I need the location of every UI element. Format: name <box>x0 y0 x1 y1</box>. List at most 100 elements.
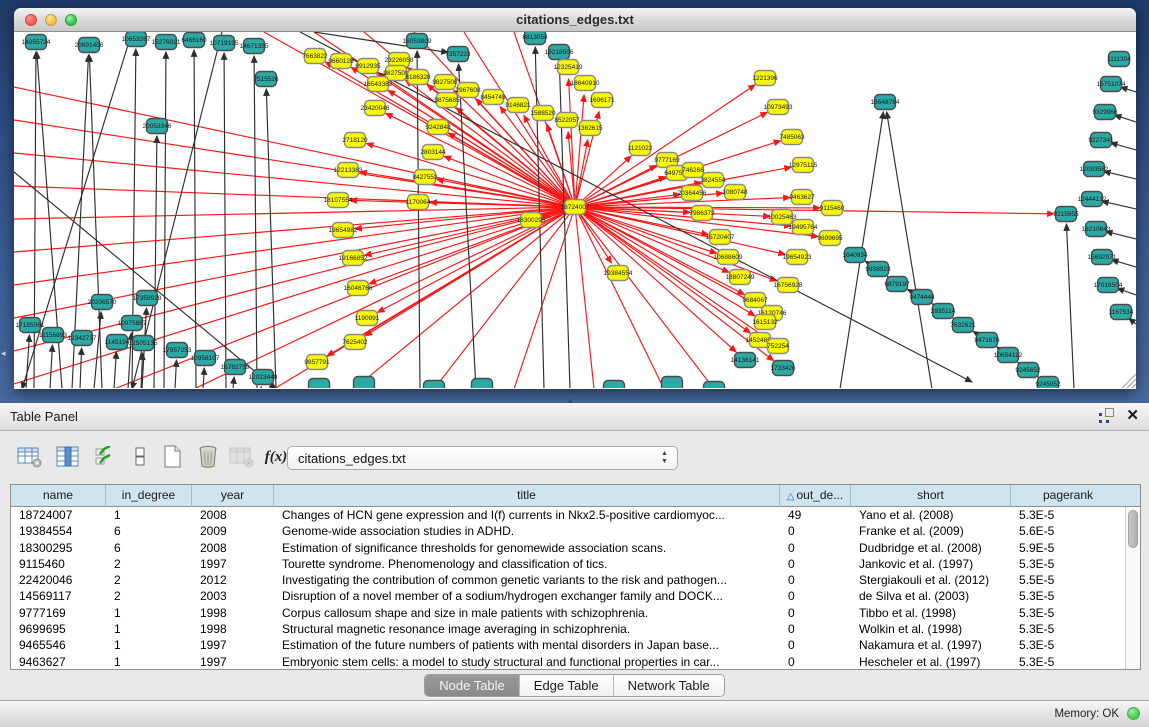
cell-out_de[interactable]: 0 <box>780 605 851 621</box>
cell-out_de[interactable]: 49 <box>780 507 851 523</box>
cell-out_de[interactable]: 0 <box>780 654 851 669</box>
tab-edge-table[interactable]: Edge Table <box>520 675 614 696</box>
graph-node[interactable]: 746266 <box>682 163 704 178</box>
graph-node[interactable] <box>662 377 683 389</box>
table-row[interactable]: 1830029562008Estimation of significance … <box>11 540 1125 556</box>
graph-node[interactable]: 7632621 <box>950 318 976 333</box>
graph-node[interactable]: 12975115 <box>789 158 818 173</box>
table-row[interactable]: 1938455462009Genome-wide association stu… <box>11 523 1125 539</box>
cell-short[interactable]: Yano et al. (2008) <box>851 507 1011 523</box>
graph-node[interactable]: 10719195 <box>210 36 239 51</box>
citation-edge-black[interactable] <box>80 348 82 388</box>
cell-name[interactable]: 9463627 <box>11 654 106 669</box>
citation-edge-black[interactable] <box>203 368 204 388</box>
graph-node[interactable]: 18807249 <box>726 270 755 285</box>
column-visibility-icon[interactable] <box>54 443 82 471</box>
cell-title[interactable]: Tourette syndrome. Phenomenology and cla… <box>274 556 780 572</box>
table-options-icon[interactable] <box>16 443 44 471</box>
graph-node[interactable]: 9699695 <box>817 231 843 246</box>
citation-edge-red[interactable] <box>14 153 575 207</box>
cell-name[interactable]: 22420046 <box>11 572 106 588</box>
cell-title[interactable]: Changes of HCN gene expression and I(f) … <box>274 507 780 523</box>
citation-edge-black[interactable] <box>175 360 176 388</box>
cell-pagerank[interactable]: 5.3E-5 <box>1011 556 1125 572</box>
cell-out_de[interactable]: 0 <box>780 572 851 588</box>
graph-node[interactable]: 12444132 <box>1078 192 1107 207</box>
graph-node[interactable]: 1145194 <box>105 335 130 350</box>
graph-node[interactable]: 1111304 <box>1107 52 1131 67</box>
cell-year[interactable]: 1997 <box>192 637 274 653</box>
graph-node[interactable] <box>354 377 375 389</box>
citation-edge-black[interactable] <box>164 52 166 388</box>
graph-node[interactable]: 17185061 <box>16 318 45 333</box>
citation-edge-black[interactable] <box>154 136 157 388</box>
citation-edge-black[interactable] <box>194 50 196 388</box>
graph-node[interactable]: 1588520 <box>530 106 556 121</box>
cell-name[interactable]: 9699695 <box>11 621 106 637</box>
graph-node[interactable]: 9215955 <box>1053 207 1079 222</box>
cell-title[interactable]: Investigating the contribution of common… <box>274 572 780 588</box>
graph-node[interactable]: 8813054 <box>522 32 548 45</box>
new-table-icon[interactable] <box>158 443 186 471</box>
graph-node[interactable]: 19166852 <box>339 251 368 266</box>
graph-node[interactable]: 1167534 <box>1109 305 1134 320</box>
cell-out_de[interactable]: 0 <box>780 637 851 653</box>
graph-node[interactable]: 18640910 <box>571 76 600 91</box>
cell-short[interactable]: Jankovic et al. (1997) <box>851 556 1011 572</box>
graph-node[interactable]: 11156893 <box>39 328 67 343</box>
citation-edge-red[interactable] <box>194 207 575 388</box>
graph-node[interactable] <box>472 379 493 389</box>
graph-node[interactable]: 9115460 <box>820 201 845 216</box>
cell-pagerank[interactable]: 5.3E-5 <box>1011 588 1125 604</box>
panel-collapse-arrow-icon[interactable]: ◂ <box>1 348 6 359</box>
graph-node[interactable]: 16782759 <box>221 360 250 375</box>
graph-node[interactable]: 15692971 <box>1088 250 1117 265</box>
cell-in_degree[interactable]: 1 <box>106 605 192 621</box>
cell-short[interactable]: Stergiakouli et al. (2012) <box>851 572 1011 588</box>
tab-node-table[interactable]: Node Table <box>425 675 520 696</box>
cell-short[interactable]: Wolkin et al. (1998) <box>851 621 1011 637</box>
column-header-year[interactable]: year <box>192 485 274 507</box>
graph-node[interactable]: 9474444 <box>909 290 935 305</box>
graph-node[interactable]: 1615132 <box>752 315 778 330</box>
cell-title[interactable]: Embryonic stem cells: a model to study s… <box>274 654 780 669</box>
graph-node[interactable]: 1080748 <box>722 185 748 200</box>
table-row[interactable]: 946362711997Embryonic stem cells: a mode… <box>11 654 1125 669</box>
cell-short[interactable]: Nakamura et al. (1997) <box>851 637 1011 653</box>
citation-edge-red[interactable] <box>14 207 575 219</box>
citation-edge-red[interactable] <box>575 207 736 352</box>
cell-name[interactable]: 19384554 <box>11 523 106 539</box>
graph-node[interactable]: 6466160 <box>181 33 207 48</box>
table-scrollbar[interactable] <box>1125 507 1140 669</box>
citation-edge-black[interactable] <box>1066 224 1074 388</box>
graph-node[interactable]: 9227341 <box>1088 133 1114 148</box>
cell-year[interactable]: 2008 <box>192 507 274 523</box>
graph-node[interactable]: 1221396 <box>752 71 778 86</box>
graph-node[interactable]: 1733426 <box>770 361 796 376</box>
cell-pagerank[interactable]: 5.3E-5 <box>1011 637 1125 653</box>
table-row[interactable]: 977716911998Corpus callosum shape and si… <box>11 605 1125 621</box>
table-row[interactable]: 1872400712008Changes of HCN gene express… <box>11 507 1125 523</box>
citation-edge-black[interactable] <box>266 89 276 388</box>
citation-edge-black[interactable] <box>887 112 932 388</box>
graph-node[interactable]: 20364456 <box>678 186 707 201</box>
graph-node[interactable]: 1362615 <box>577 121 603 136</box>
graph-node[interactable]: 20206570 <box>88 295 117 310</box>
citation-edge-black[interactable] <box>1111 143 1136 150</box>
cell-pagerank[interactable]: 5.5E-5 <box>1011 572 1125 588</box>
cell-year[interactable]: 2012 <box>192 572 274 588</box>
graph-node[interactable] <box>604 381 625 389</box>
cell-in_degree[interactable]: 1 <box>106 507 192 523</box>
citation-edge-black[interactable] <box>300 32 972 382</box>
citation-edge-black[interactable] <box>1102 201 1136 209</box>
cell-in_degree[interactable]: 1 <box>106 654 192 669</box>
cell-year[interactable]: 1997 <box>192 556 274 572</box>
graph-node[interactable]: 1640934 <box>842 248 868 263</box>
graph-node[interactable]: 15751074 <box>1097 77 1126 92</box>
citation-edge-black[interactable] <box>233 377 234 388</box>
cell-short[interactable]: de Silva et al. (2003) <box>851 588 1011 604</box>
graph-node[interactable]: 14671355 <box>240 39 269 54</box>
function-builder-icon[interactable]: f(x) <box>262 443 290 471</box>
cell-name[interactable]: 18300295 <box>11 540 106 556</box>
cell-year[interactable]: 1997 <box>192 654 274 669</box>
